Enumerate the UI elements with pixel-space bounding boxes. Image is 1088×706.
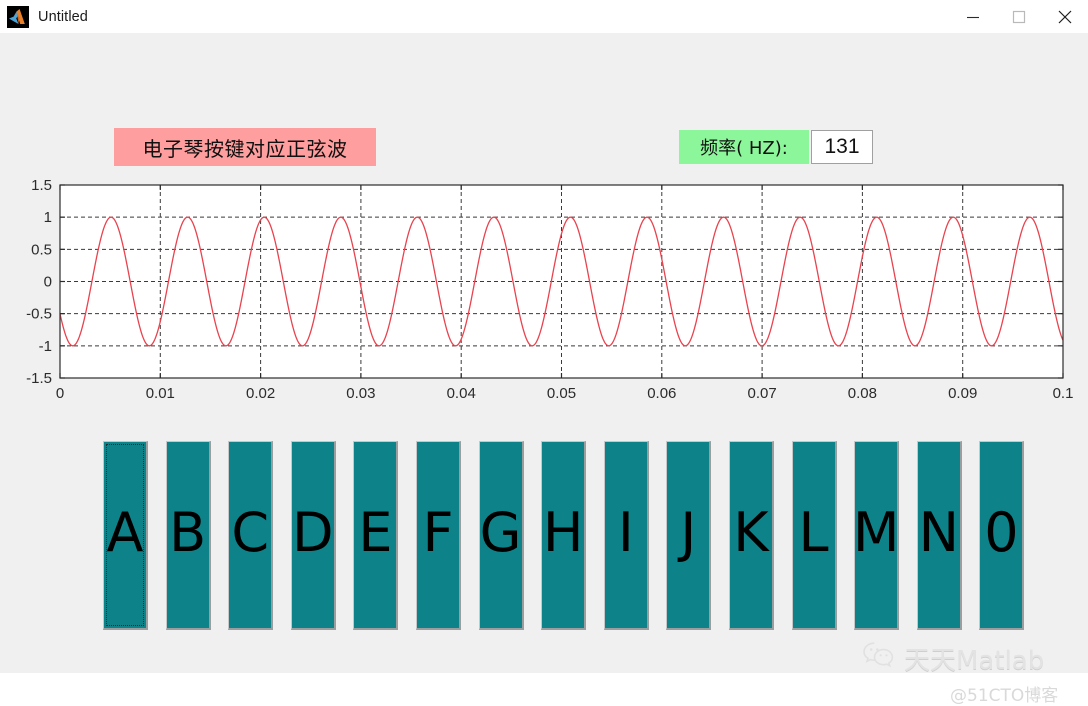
y-tick-label: 0 bbox=[44, 274, 52, 291]
piano-key-J[interactable]: J bbox=[666, 441, 712, 630]
frequency-label: 频率( HZ): bbox=[679, 130, 809, 164]
watermark-brand: 天天Matlab bbox=[862, 640, 1044, 677]
piano-key-0[interactable]: 0 bbox=[979, 441, 1025, 630]
piano-key-L[interactable]: L bbox=[791, 441, 837, 630]
x-tick-label: 0.01 bbox=[146, 385, 175, 402]
matlab-figure-window: Untitled 电子琴按键对应正弦波 频率( HZ): 131 0 0.01 … bbox=[0, 0, 1088, 706]
axes-background bbox=[60, 185, 1063, 378]
piano-key-A[interactable]: A bbox=[103, 441, 148, 630]
piano-key-label: M bbox=[852, 501, 900, 564]
piano-key-label: A bbox=[106, 501, 144, 564]
piano-key-D[interactable]: D bbox=[290, 441, 336, 630]
piano-key-M[interactable]: M bbox=[852, 441, 900, 630]
piano-key-label: J bbox=[680, 501, 697, 564]
piano-key-label: E bbox=[358, 501, 393, 564]
x-tick-label: 0.1 bbox=[1053, 385, 1074, 402]
piano-key-label: 0 bbox=[984, 501, 1019, 564]
grid-lines bbox=[60, 185, 1063, 378]
piano-key-label: L bbox=[798, 501, 829, 564]
axis-ticks: 0 0.01 0.02 0.03 0.04 0.05 0.06 0.07 0.08 0.09 0.1… bbox=[26, 177, 1073, 402]
piano-key-label: C bbox=[231, 501, 270, 564]
x-tick-label: 0.05 bbox=[547, 385, 576, 402]
wechat-icon bbox=[862, 641, 896, 676]
watermark-sub-text: @51CTO博客 bbox=[950, 686, 1059, 706]
piano-key-E[interactable]: E bbox=[353, 441, 399, 630]
frequency-input[interactable]: 131 bbox=[811, 130, 873, 164]
piano-key-label: B bbox=[169, 501, 207, 564]
piano-key-label: D bbox=[292, 501, 334, 564]
y-tick-label: -1.5 bbox=[26, 370, 52, 387]
chart-title-label: 电子琴按键对应正弦波 bbox=[114, 128, 376, 166]
y-tick-label: 1.5 bbox=[31, 177, 52, 194]
close-button[interactable] bbox=[1042, 0, 1088, 33]
x-tick-label: 0.03 bbox=[346, 385, 375, 402]
y-tick-label: -0.5 bbox=[26, 306, 52, 323]
y-tick-label: 1 bbox=[44, 209, 52, 226]
x-tick-label: 0.04 bbox=[447, 385, 476, 402]
matlab-icon bbox=[7, 5, 29, 28]
piano-key-G[interactable]: G bbox=[478, 441, 524, 630]
watermark-brand-text: 天天Matlab bbox=[904, 646, 1045, 676]
piano-key-N[interactable]: N bbox=[916, 441, 962, 630]
piano-keyboard: ABCDEFGHIJKLMN0 bbox=[0, 441, 1088, 637]
piano-key-label: G bbox=[479, 501, 522, 564]
title-bar: Untitled bbox=[0, 0, 1088, 34]
piano-key-K[interactable]: K bbox=[729, 441, 774, 630]
x-tick-label: 0.07 bbox=[747, 385, 776, 402]
x-tick-label: 0.02 bbox=[246, 385, 275, 402]
figure-canvas: 电子琴按键对应正弦波 频率( HZ): 131 0 0.01 0.02 0.03 0.0… bbox=[0, 33, 1088, 706]
maximize-button[interactable] bbox=[996, 0, 1042, 33]
piano-key-label: F bbox=[422, 501, 454, 564]
x-tick-label: 0.06 bbox=[647, 385, 676, 402]
minimize-button[interactable] bbox=[950, 0, 996, 33]
piano-key-label: N bbox=[918, 501, 959, 564]
piano-key-B[interactable]: B bbox=[165, 441, 211, 630]
window-title: Untitled bbox=[38, 8, 88, 25]
window-controls bbox=[950, 0, 1088, 33]
axes-box bbox=[59, 184, 1064, 379]
piano-key-label: I bbox=[617, 501, 634, 564]
x-tick-label: 0.08 bbox=[848, 385, 877, 402]
sine-wave-curve bbox=[59, 216, 1064, 347]
piano-key-label: H bbox=[542, 501, 584, 564]
piano-key-label: K bbox=[733, 501, 769, 564]
piano-key-H[interactable]: H bbox=[541, 441, 587, 630]
piano-key-C[interactable]: C bbox=[228, 441, 274, 630]
piano-key-I[interactable]: I bbox=[603, 441, 649, 630]
y-tick-label: 0.5 bbox=[31, 241, 52, 258]
piano-key-F[interactable]: F bbox=[416, 441, 461, 630]
x-tick-label: 0.09 bbox=[948, 385, 977, 402]
y-tick-label: -1 bbox=[39, 338, 52, 355]
x-tick-label: 0 bbox=[56, 385, 64, 402]
